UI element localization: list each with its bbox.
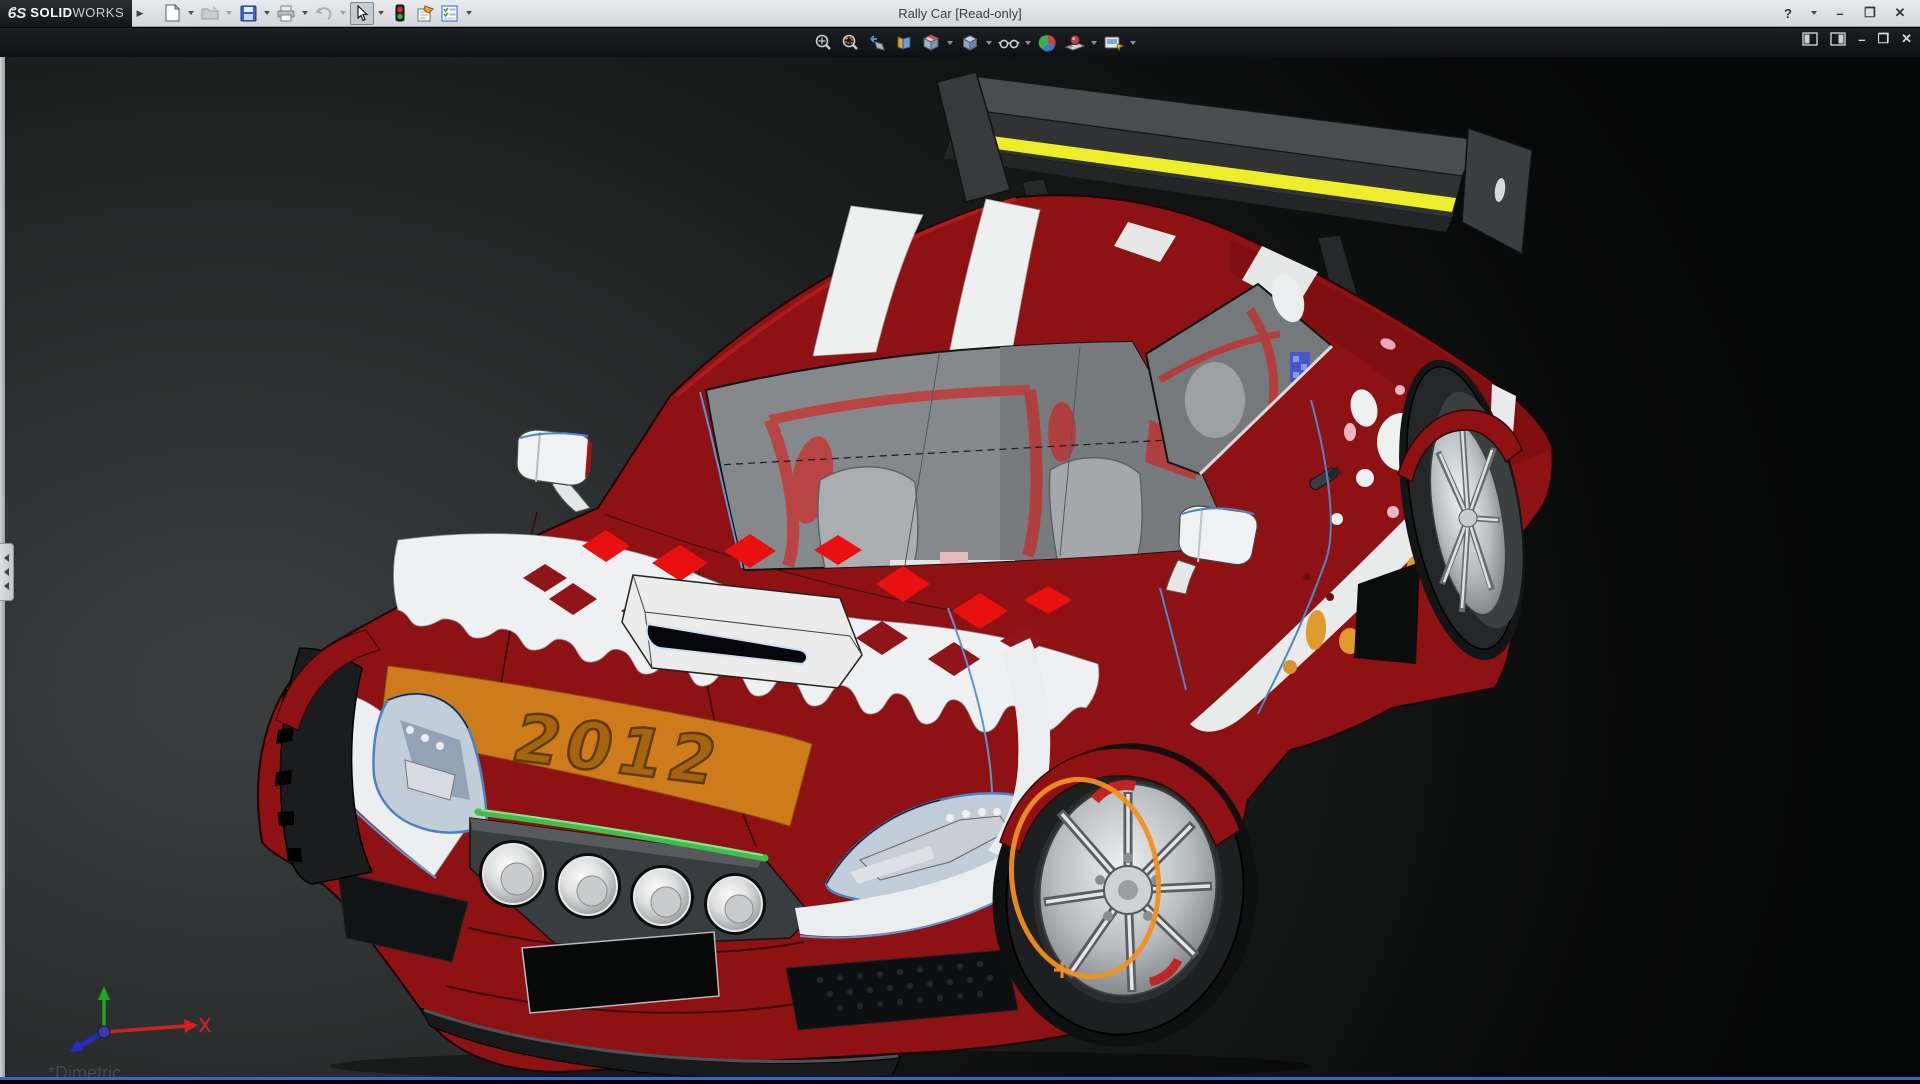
- open-document-button[interactable]: [198, 2, 222, 25]
- left-mirror: [517, 430, 592, 512]
- undo-button[interactable]: [312, 2, 336, 25]
- apply-scene-icon: [1064, 33, 1086, 53]
- view-orientation-label: *Dimetric: [48, 1063, 121, 1084]
- traffic-light-icon: [395, 4, 405, 22]
- brand-bold: SOLID: [30, 5, 72, 20]
- new-caret[interactable]: [188, 11, 194, 15]
- app-restore-button[interactable]: ❐: [1860, 5, 1880, 21]
- zoom-to-area-button[interactable]: [837, 30, 862, 55]
- pane-left-icon[interactable]: [1802, 32, 1818, 46]
- view-orientation-caret[interactable]: [947, 41, 953, 45]
- view-orientation-icon: [921, 33, 941, 53]
- save-caret[interactable]: [264, 11, 270, 15]
- previous-view-icon: [867, 33, 887, 53]
- open-caret[interactable]: [226, 11, 232, 15]
- hide-show-items-button[interactable]: [996, 30, 1021, 55]
- toolbar-flyout-arrow[interactable]: ▶: [134, 3, 146, 24]
- eyeglasses-icon: [998, 33, 1020, 53]
- heads-up-view-toolbar: – ❐ ✕: [0, 27, 1920, 57]
- hide-show-caret[interactable]: [1025, 41, 1031, 45]
- solidworks-logo: ϐS SOLIDWORKS: [0, 0, 132, 27]
- previous-view-button[interactable]: [864, 30, 889, 55]
- help-button[interactable]: ?: [1778, 6, 1798, 21]
- collapse-arrow-icon: [4, 554, 9, 562]
- comment-note-icon: [416, 5, 435, 22]
- pane-right-icon[interactable]: [1830, 32, 1846, 46]
- options-checklist-icon: [441, 5, 459, 22]
- view-orientation-button[interactable]: [918, 30, 943, 55]
- print-button[interactable]: [274, 2, 298, 25]
- comment-button[interactable]: [413, 2, 437, 25]
- edit-appearance-button[interactable]: [1035, 30, 1060, 55]
- collapse-arrow-icon: [4, 582, 9, 590]
- brand-glyph: ϐS: [8, 5, 26, 22]
- save-button[interactable]: [236, 2, 260, 25]
- options-caret[interactable]: [466, 11, 472, 15]
- view-settings-button[interactable]: [1101, 30, 1126, 55]
- doc-close-button[interactable]: ✕: [1901, 31, 1912, 47]
- display-states-button[interactable]: [388, 2, 412, 25]
- print-caret[interactable]: [302, 11, 308, 15]
- help-caret[interactable]: [1811, 11, 1817, 15]
- view-settings-icon: [1103, 33, 1125, 53]
- section-view-button[interactable]: [891, 30, 916, 55]
- appearance-ball-icon: [1038, 33, 1058, 53]
- doc-restore-button[interactable]: ❐: [1877, 31, 1889, 47]
- new-document-button[interactable]: [160, 2, 184, 25]
- display-style-button[interactable]: [957, 30, 982, 55]
- orientation-triad: [70, 986, 210, 1052]
- view-settings-caret[interactable]: [1130, 41, 1136, 45]
- brand-light: WORKS: [73, 5, 125, 20]
- doc-minimize-button[interactable]: –: [1858, 32, 1865, 47]
- collapse-arrow-icon: [4, 568, 9, 576]
- feature-manager-collapse-tab[interactable]: [0, 543, 14, 601]
- select-caret[interactable]: [378, 11, 384, 15]
- apply-scene-caret[interactable]: [1091, 41, 1097, 45]
- zoom-to-fit-button[interactable]: [810, 30, 835, 55]
- title-bar: ϐS SOLIDWORKS ▶: [0, 0, 1920, 27]
- select-button[interactable]: [350, 2, 374, 25]
- rally-car-model: 2012: [0, 57, 1920, 1080]
- open-document-icon: [201, 5, 220, 21]
- document-options-button[interactable]: [438, 2, 462, 25]
- apply-scene-button[interactable]: [1062, 30, 1087, 55]
- graphics-area[interactable]: 2012: [0, 57, 1920, 1080]
- new-document-icon: [164, 4, 181, 22]
- select-cursor-icon: [355, 5, 369, 22]
- section-view-icon: [894, 33, 914, 53]
- display-style-icon: [960, 33, 980, 53]
- app-close-button[interactable]: ✕: [1890, 5, 1910, 21]
- zoom-to-fit-icon: [813, 33, 833, 53]
- app-minimize-button[interactable]: –: [1830, 6, 1850, 21]
- print-icon: [277, 5, 295, 22]
- save-icon: [240, 5, 257, 22]
- zoom-to-area-icon: [840, 33, 860, 53]
- undo-caret[interactable]: [340, 11, 346, 15]
- display-style-caret[interactable]: [986, 41, 992, 45]
- undo-icon: [315, 5, 333, 21]
